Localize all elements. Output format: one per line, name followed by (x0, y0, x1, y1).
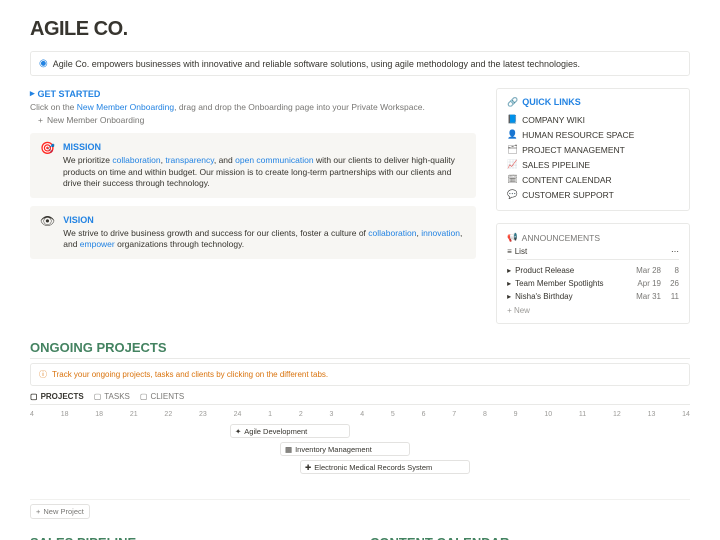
timeline-date: 3 (330, 411, 334, 418)
new-project-button[interactable]: +New Project (30, 504, 90, 519)
announcement-row[interactable]: ▸Nisha's BirthdayMar 3111 (507, 290, 679, 303)
tab-icon: ▢ (30, 392, 38, 401)
announcements-view-tab[interactable]: ≡List⋯ (507, 247, 679, 260)
announcements-title: 📢ANNOUNCEMENTS (507, 232, 679, 243)
innovation-link[interactable]: innovation (421, 228, 460, 238)
transparency-link[interactable]: transparency (165, 155, 214, 165)
quick-links-title: 🔗QUICK LINKS (507, 97, 679, 108)
quick-link-item[interactable]: 📘COMPANY WIKI (507, 112, 679, 127)
ql-icon: 💬 (507, 189, 517, 200)
timeline-date: 22 (164, 411, 172, 418)
chevron-icon: ▸ (507, 292, 511, 301)
timeline-bar[interactable]: ✦Agile Development (230, 424, 350, 438)
timeline-date: 1 (268, 411, 272, 418)
onboarding-page-link[interactable]: +New Member Onboarding (38, 115, 476, 125)
timeline-date: 18 (95, 411, 103, 418)
ql-icon: 🗓 (507, 174, 517, 185)
timeline-date: 11 (579, 411, 586, 418)
timeline-date: 12 (613, 411, 621, 418)
tab-icon: ▢ (94, 392, 102, 401)
timeline-date: 10 (544, 411, 552, 418)
timeline-date: 2 (299, 411, 303, 418)
mission-callout: 🎯 MISSION We prioritize collaboration, t… (30, 133, 476, 198)
timeline-date: 8 (483, 411, 487, 418)
tab-tasks[interactable]: ▢TASKS (94, 392, 130, 401)
get-started-label: ▸GET STARTED (30, 88, 476, 99)
ql-icon: 🗂 (507, 144, 517, 155)
opencomm-link[interactable]: open communication (235, 155, 313, 165)
timeline-date: 7 (452, 411, 456, 418)
timeline-date: 9 (514, 411, 518, 418)
empower-link[interactable]: empower (80, 239, 115, 249)
timeline-date: 13 (648, 411, 656, 418)
megaphone-icon: 📢 (507, 232, 518, 243)
chevron-icon: ▸ (507, 279, 511, 288)
timeline-date: 5 (391, 411, 395, 418)
timeline-date: 23 (199, 411, 207, 418)
target-icon: 🎯 (40, 141, 55, 190)
ql-icon: 📈 (507, 159, 517, 170)
announcement-row[interactable]: ▸Product ReleaseMar 288 (507, 264, 679, 277)
quick-link-item[interactable]: 👤HUMAN RESOURCE SPACE (507, 127, 679, 142)
get-started-hint: Click on the New Member Onboarding, drag… (30, 102, 476, 112)
vision-callout: 👁 VISION We strive to drive business gro… (30, 206, 476, 259)
project-timeline[interactable]: ✦Agile Development ▦Inventory Management… (30, 420, 690, 500)
quick-link-item[interactable]: 🗓CONTENT CALENDAR (507, 172, 679, 187)
quick-links-box: 🔗QUICK LINKS 📘COMPANY WIKI👤HUMAN RESOURC… (496, 88, 690, 211)
plus-icon: + (36, 507, 40, 516)
tab-clients[interactable]: ▢CLIENTS (140, 392, 184, 401)
link-icon: 🔗 (507, 97, 518, 108)
info-icon: ⓘ (39, 369, 47, 380)
intro-callout: ◉ Agile Co. empowers businesses with inn… (30, 51, 690, 76)
vision-title: VISION (63, 214, 466, 226)
v-collab-link[interactable]: collaboration (368, 228, 416, 238)
ql-icon: 📘 (507, 114, 517, 125)
plus-icon: + (38, 115, 43, 125)
timeline-date: 4 (30, 411, 34, 418)
onboarding-link[interactable]: New Member Onboarding (77, 102, 174, 112)
timeline-date: 6 (422, 411, 426, 418)
tab-projects[interactable]: ▢PROJECTS (30, 392, 84, 401)
mission-title: MISSION (63, 141, 466, 153)
timeline-date: 14 (682, 411, 690, 418)
announcement-row[interactable]: ▸Team Member SpotlightsApr 1926 (507, 277, 679, 290)
timeline-bar[interactable]: ▦Inventory Management (280, 442, 410, 456)
ql-icon: 👤 (507, 129, 517, 140)
get-started-section: ▸GET STARTED Click on the New Member Onb… (30, 88, 476, 125)
globe-icon: ◉ (39, 58, 48, 69)
intro-text: Agile Co. empowers businesses with innov… (53, 59, 580, 69)
ongoing-hint: ⓘTrack your ongoing projects, tasks and … (30, 363, 690, 386)
page-title: AGILE CO. (30, 18, 690, 41)
content-heading: CONTENT CALENDAR (370, 535, 690, 540)
quick-link-item[interactable]: 🗂PROJECT MANAGEMENT (507, 142, 679, 157)
sales-heading: SALES PIPELINE (30, 535, 350, 540)
chevron-icon: ▸ (507, 266, 511, 275)
timeline-bar[interactable]: ✚Electronic Medical Records System (300, 460, 470, 474)
tab-icon: ▢ (140, 392, 148, 401)
eye-icon: 👁 (40, 214, 55, 251)
timeline-date: 24 (234, 411, 242, 418)
timeline-date: 18 (61, 411, 69, 418)
timeline-date: 21 (130, 411, 138, 418)
announcements-new[interactable]: + New (507, 306, 679, 315)
timeline-date: 4 (360, 411, 364, 418)
ongoing-heading: ONGOING PROJECTS (30, 340, 690, 359)
announcements-box: 📢ANNOUNCEMENTS ≡List⋯ ▸Product ReleaseMa… (496, 223, 690, 324)
quick-link-item[interactable]: 📈SALES PIPELINE (507, 157, 679, 172)
quick-link-item[interactable]: 💬CUSTOMER SUPPORT (507, 187, 679, 202)
collab-link[interactable]: collaboration (112, 155, 160, 165)
list-icon: ≡ (507, 247, 512, 256)
